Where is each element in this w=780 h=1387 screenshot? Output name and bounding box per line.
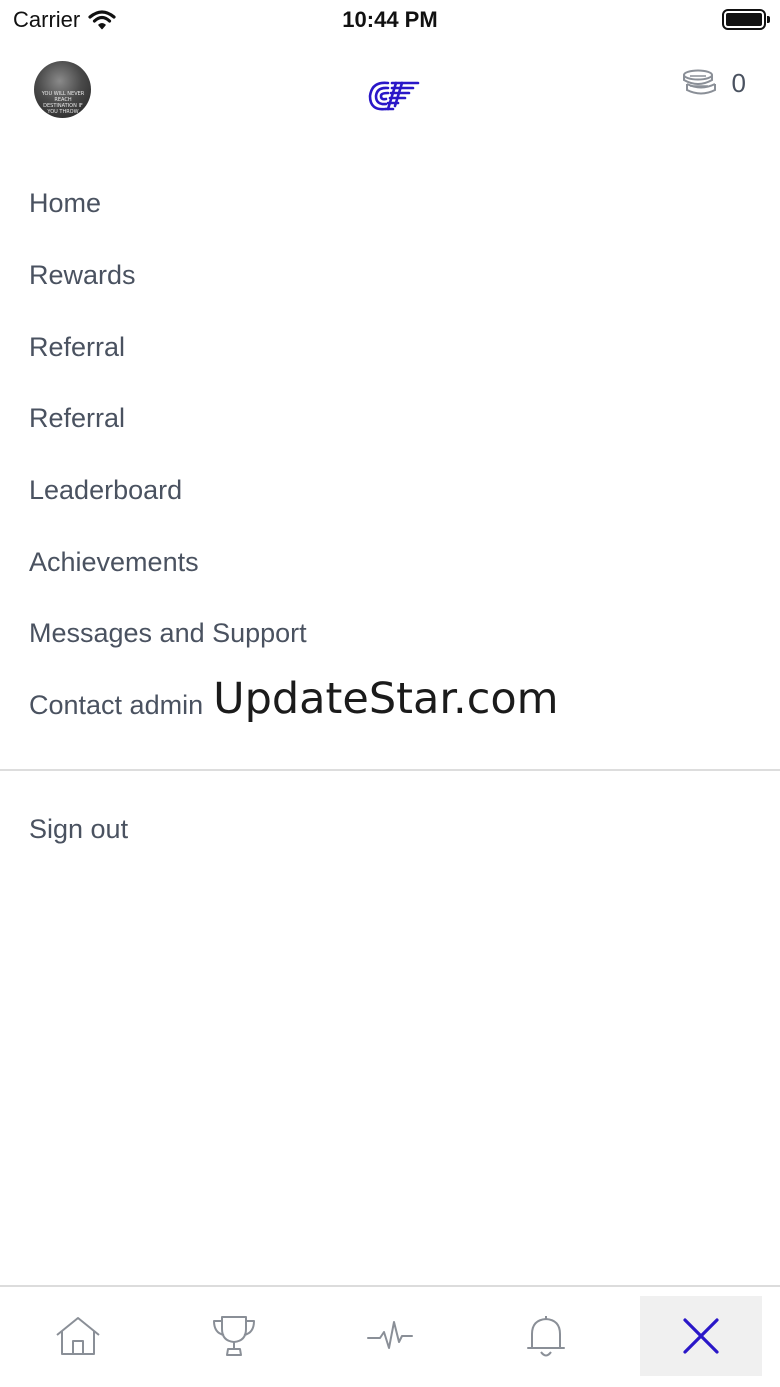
menu-item-contact-admin[interactable]: Contact admin UpdateStar.com	[29, 670, 559, 742]
menu-item-rewards[interactable]: Rewards	[29, 240, 559, 312]
menu-item-label: Home	[29, 188, 102, 219]
coins-icon	[682, 69, 716, 94]
nav-close-button[interactable]	[640, 1296, 762, 1376]
bottom-nav	[0, 1287, 780, 1387]
ef-logo-icon	[368, 81, 420, 111]
menu-item-label: Rewards	[29, 260, 136, 291]
menu-item-label: Contact admin	[29, 690, 204, 721]
nav-rewards-button[interactable]	[156, 1287, 312, 1385]
side-menu: Home Rewards Referral Referral Leaderboa…	[29, 168, 559, 742]
status-time: 10:44 PM	[342, 7, 438, 32]
menu-divider	[0, 769, 780, 771]
home-icon	[56, 1317, 100, 1355]
bell-icon	[527, 1316, 565, 1357]
menu-item-referral[interactable]: Referral	[29, 311, 559, 383]
battery-icon	[722, 9, 770, 30]
avatar[interactable]: YOU WILL NEVER REACH DESTINATION IF YOU …	[34, 61, 91, 118]
nav-activity-button[interactable]	[312, 1287, 468, 1385]
coin-count: 0	[731, 68, 746, 98]
activity-icon	[367, 1321, 413, 1349]
status-bar: Carrier 10:44 PM	[0, 0, 780, 40]
menu-item-label: Referral	[29, 331, 126, 362]
menu-item-referral-2[interactable]: Referral	[29, 383, 559, 455]
menu-item-leaderboard[interactable]: Leaderboard	[29, 455, 559, 527]
menu-item-home[interactable]: Home	[29, 168, 559, 240]
watermark-text: UpdateStar.com	[213, 673, 559, 724]
menu-item-label: Leaderboard	[29, 475, 183, 506]
nav-notifications-button[interactable]	[468, 1287, 624, 1385]
avatar-caption: YOU WILL NEVER REACH DESTINATION IF YOU …	[41, 91, 85, 115]
close-icon	[683, 1318, 719, 1354]
menu-item-messages-support[interactable]: Messages and Support	[29, 598, 559, 670]
coin-balance[interactable]: 0	[682, 68, 746, 99]
menu-item-label: Messages and Support	[29, 618, 307, 649]
menu-item-achievements[interactable]: Achievements	[29, 526, 559, 598]
menu-item-label: Referral	[29, 403, 126, 434]
trophy-icon	[213, 1316, 255, 1356]
nav-home-button[interactable]	[0, 1287, 156, 1385]
sign-out-button[interactable]: Sign out	[29, 814, 128, 845]
menu-item-label: Achievements	[29, 546, 199, 577]
